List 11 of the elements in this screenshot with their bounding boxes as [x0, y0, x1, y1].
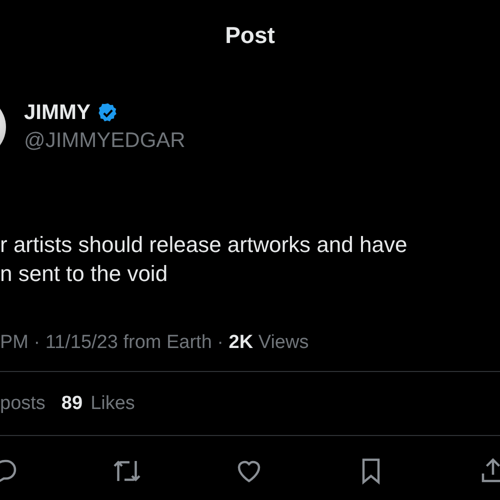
- stat-label[interactable]: Likes: [90, 392, 135, 414]
- post-text: n sent to the void: [0, 260, 169, 288]
- views-count: 2K: [228, 332, 254, 353]
- author-name[interactable]: JIMMY: [24, 101, 91, 125]
- stat-label[interactable]: posts: [0, 392, 46, 414]
- post-timestamp: PM · 11/15/23 from Earth ·: [0, 332, 225, 353]
- page-title: Post: [225, 22, 275, 48]
- post-text: r artists should release artworks and have: [0, 231, 408, 259]
- views-label: Views: [257, 332, 309, 353]
- stat-count: 89: [61, 392, 83, 414]
- author-handle[interactable]: @JIMMYEDGAR: [24, 129, 186, 153]
